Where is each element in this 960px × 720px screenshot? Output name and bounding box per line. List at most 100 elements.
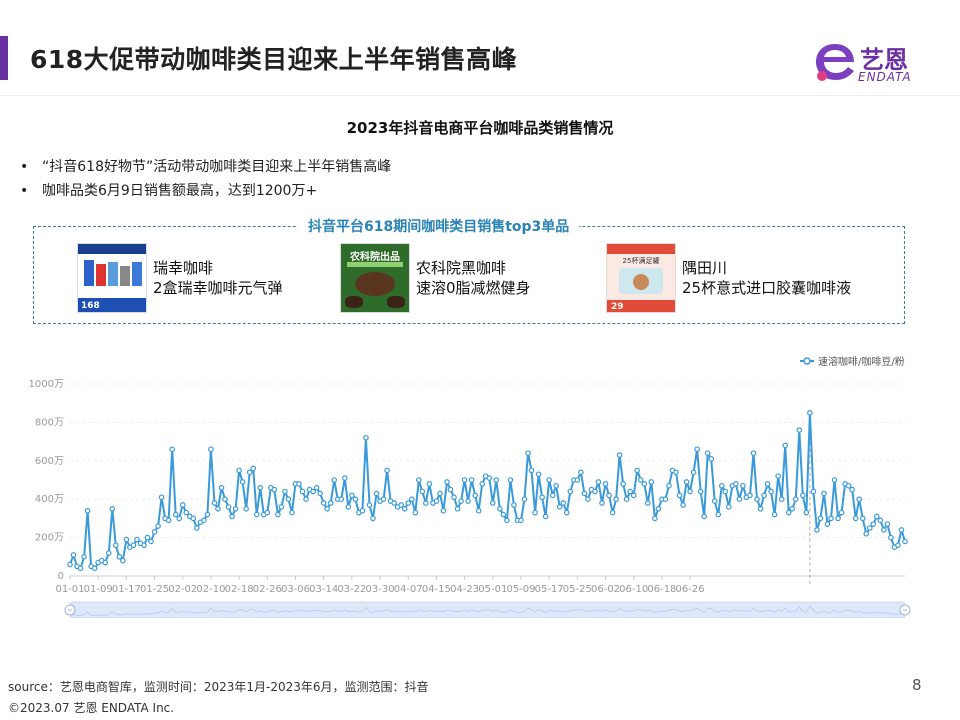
bullet-text: 咖啡品类6月9日销售额最高，达到1200万+ — [42, 183, 318, 199]
data-point — [835, 515, 841, 522]
data-point — [771, 511, 778, 518]
data-point — [123, 536, 130, 543]
x-tick-label: 01-09 — [84, 584, 113, 595]
data-point — [888, 534, 894, 541]
data-point — [148, 538, 154, 545]
x-tick-label: 03-22 — [337, 584, 366, 595]
datazoom-slider[interactable] — [64, 601, 911, 618]
data-point — [151, 529, 158, 535]
data-point — [299, 488, 306, 495]
x-axis-ticks: 01-01 01-09 01-17 01-25 02-02 02-10 02-18 02-26… — [55, 576, 705, 595]
data-point — [578, 469, 584, 476]
data-point — [757, 506, 764, 512]
data-point — [440, 507, 447, 514]
data-point — [398, 502, 404, 508]
y-tick-label: 400万 — [35, 494, 64, 505]
data-point — [803, 509, 810, 516]
data-point — [838, 509, 845, 516]
x-tick-label: 06-26 — [676, 584, 705, 595]
data-point — [648, 479, 655, 485]
data-point — [426, 481, 433, 487]
data-point — [627, 488, 633, 495]
product-brand: 农科院黑咖啡 — [416, 259, 507, 277]
data-point — [676, 492, 683, 499]
legend-marker — [803, 357, 811, 365]
data-point — [778, 496, 785, 503]
data-point — [176, 515, 183, 522]
data-point — [697, 488, 704, 495]
data-point — [884, 521, 891, 527]
data-point — [158, 494, 165, 501]
data-point — [775, 473, 781, 479]
x-tick-label: 04-23 — [450, 584, 479, 595]
data-point — [183, 509, 190, 516]
data-point — [77, 565, 84, 572]
data-point — [814, 527, 820, 533]
data-point — [821, 490, 827, 497]
data-point — [169, 446, 175, 453]
chart-legend[interactable]: 速溶咖啡/咖啡豆/粉 — [800, 355, 905, 368]
data-point — [285, 496, 292, 503]
data-point — [666, 482, 672, 489]
data-point — [800, 492, 806, 499]
data-point — [683, 479, 690, 485]
data-point — [433, 498, 440, 504]
data-point — [324, 506, 330, 512]
data-point — [602, 481, 609, 487]
data-point — [412, 509, 419, 516]
data-point — [623, 496, 630, 503]
data-point — [556, 504, 563, 510]
data-point — [761, 492, 767, 499]
endata-logo: 艺恩 ENDATA — [812, 40, 932, 86]
data-point — [637, 477, 644, 483]
data-point — [831, 477, 838, 483]
data-point — [204, 511, 211, 518]
data-point — [687, 488, 693, 495]
data-point — [359, 507, 366, 514]
data-point — [419, 488, 426, 495]
data-point — [310, 488, 316, 495]
data-point — [194, 525, 200, 531]
data-point — [465, 498, 471, 504]
data-point — [366, 502, 373, 508]
data-point — [785, 509, 792, 516]
title-accent-bar — [0, 36, 8, 80]
legend-label: 速溶咖啡/咖啡豆/粉 — [818, 355, 905, 368]
top3-title: 抖音平台618期间咖啡类目销售top3单品 — [298, 216, 580, 236]
data-point — [190, 515, 197, 522]
data-point — [549, 492, 556, 499]
data-point — [349, 492, 355, 499]
header-divider — [0, 95, 960, 96]
data-point — [116, 554, 123, 560]
data-point — [447, 486, 454, 493]
product-card-sumida: 25杯满足罐 29 隅田川 25杯意式进口胶囊咖啡液 — [606, 243, 851, 313]
data-point — [511, 502, 517, 508]
data-point — [796, 427, 803, 433]
data-point — [874, 513, 880, 520]
data-point — [718, 482, 725, 489]
data-point — [895, 542, 901, 549]
data-point — [824, 521, 831, 527]
data-point — [215, 506, 221, 512]
zoom-selected-range[interactable] — [70, 602, 905, 618]
data-point — [172, 511, 179, 518]
series-polyline — [69, 411, 906, 570]
x-tick-label: 03-30 — [366, 584, 395, 595]
page-title: 618大促带动咖啡类目迎来上半年销售高峰 — [30, 45, 518, 74]
data-point — [401, 506, 408, 512]
data-point — [715, 511, 722, 518]
data-point — [246, 469, 253, 476]
x-tick-label: 05-09 — [506, 584, 535, 595]
data-point — [271, 486, 278, 493]
data-point — [592, 488, 598, 495]
data-point — [662, 496, 669, 503]
data-point — [222, 496, 228, 503]
data-point — [528, 467, 535, 474]
product-name: 2盒瑞幸咖啡元气弹 — [153, 279, 283, 297]
data-point — [521, 496, 528, 503]
x-tick-label: 05-17 — [535, 584, 564, 595]
data-point — [141, 542, 147, 549]
data-point — [606, 492, 612, 499]
data-point — [352, 496, 359, 503]
y-tick-label: 800万 — [35, 417, 64, 428]
